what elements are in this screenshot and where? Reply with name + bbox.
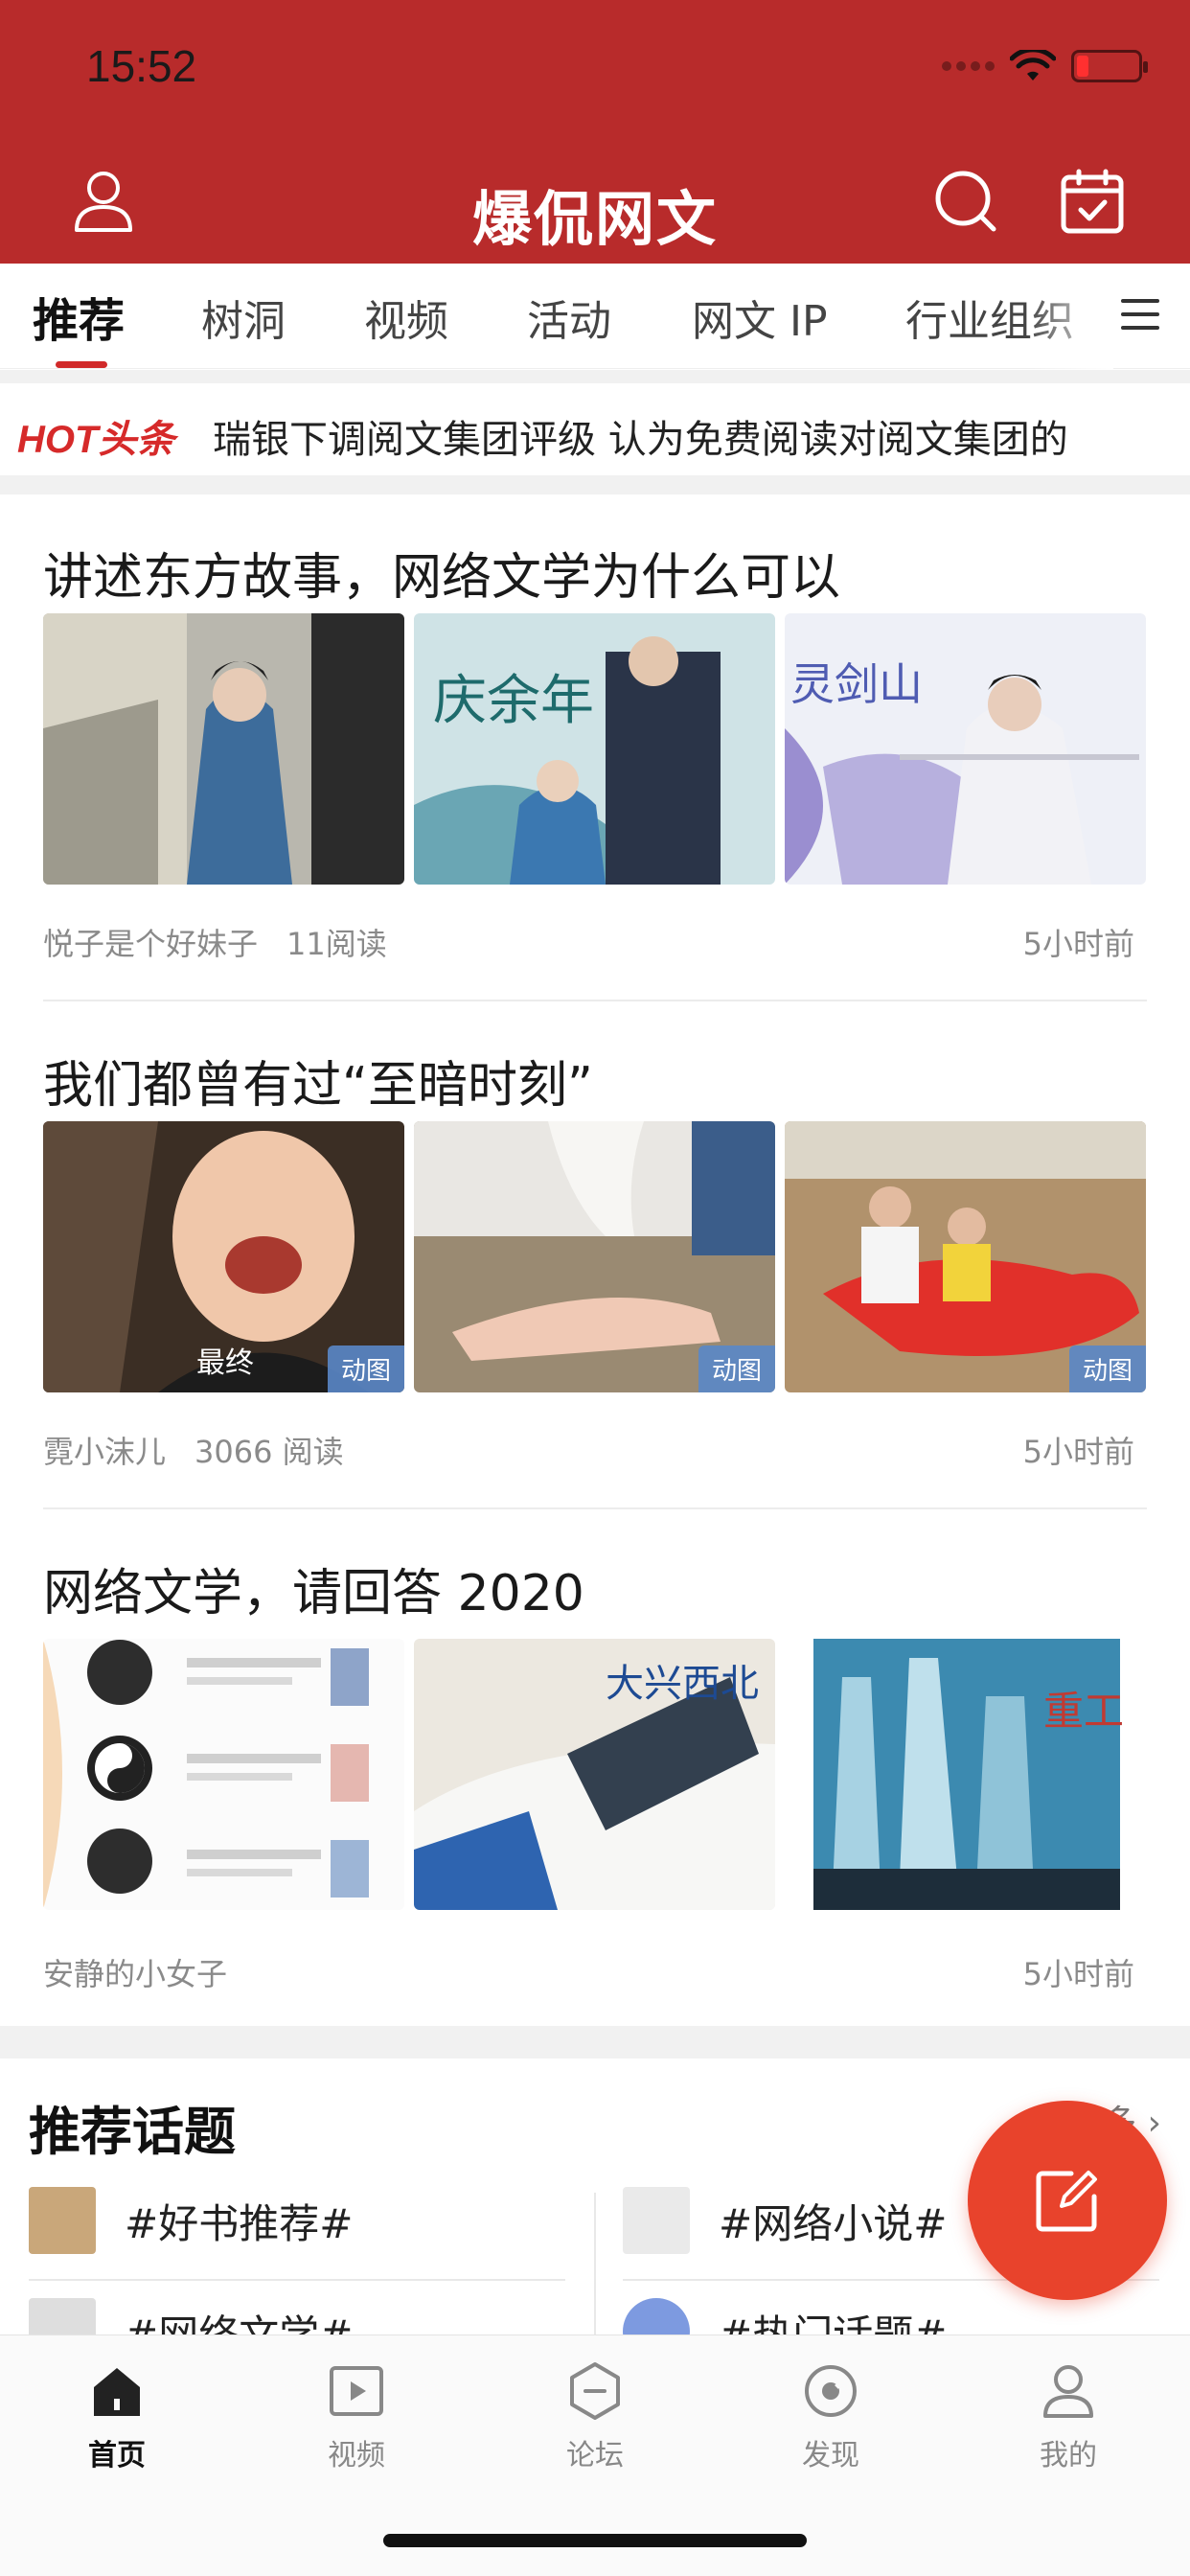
thumbnail-image[interactable] <box>43 1639 404 1910</box>
nav-label: 论坛 <box>566 2439 624 2472</box>
nav-home[interactable]: 首页 <box>45 2360 189 2473</box>
article-author[interactable]: 悦子是个好妹子 <box>43 926 258 962</box>
thumbnail-image[interactable]: 灵剑山 <box>785 613 1146 885</box>
hot-headline-bar[interactable]: HOT头条 瑞银下调阅文集团评级 认为免费阅读对阅文集团的 <box>0 383 1190 475</box>
nav-discover[interactable]: 发现 <box>759 2360 903 2473</box>
battery-icon <box>1071 50 1148 82</box>
thumbnail-overlay-text: 最终 <box>196 1346 254 1380</box>
edit-icon <box>1036 2171 1097 2232</box>
profile-icon <box>1043 2365 1093 2418</box>
home-icon <box>94 2368 140 2416</box>
gif-badge: 动图 <box>698 1346 775 1392</box>
thumbnail-image[interactable]: 重工 <box>785 1639 1146 1910</box>
topic-item[interactable]: #好书推荐# <box>29 2187 353 2254</box>
article-meta: 安静的小女子 <box>43 1950 227 1994</box>
article-meta: 悦子是个好妹子 11阅读 <box>43 920 387 964</box>
article-thumbnails: 最终 动图 动图 动图 <box>43 1121 1147 1392</box>
app-logo: 爆侃网文 <box>471 184 718 254</box>
article-title[interactable]: 我们都曾有过“至暗时刻” <box>43 1045 593 1116</box>
checkin-button[interactable] <box>1054 163 1131 240</box>
chevron-right-icon: › <box>1147 2104 1161 2143</box>
search-icon <box>935 171 996 232</box>
nav-label: 首页 <box>88 2439 146 2472</box>
cellular-signal-icon <box>942 61 995 71</box>
article-meta: 霓小沫儿 3066 阅读 <box>43 1428 344 1472</box>
thumbnail-image[interactable]: 庆余年 <box>414 613 775 885</box>
topic-label: #好书推荐# <box>125 2199 354 2247</box>
article-card[interactable]: 网络文学，请回答 2020 大兴西北 重工 安静的小女子 5小时前 <box>0 1552 1190 2032</box>
tab-web-novel-ip[interactable]: 网文 IP <box>692 287 828 348</box>
article-time: 5小时前 <box>1022 926 1134 962</box>
article-thumbnails: 大兴西北 重工 <box>43 1639 1147 1910</box>
divider <box>43 1507 1147 1509</box>
topic-label: #网络小说# <box>719 2199 948 2247</box>
thumbnail-overlay-text: 灵剑山 <box>790 658 923 710</box>
wifi-icon <box>1010 50 1056 80</box>
article-card[interactable]: 讲述东方故事，网络文学为什么可以 庆余年 灵剑山 悦子是个好妹子 11阅读 5小… <box>0 537 1190 1006</box>
divider <box>594 2193 596 2336</box>
article-title[interactable]: 讲述东方故事，网络文学为什么可以 <box>43 537 840 609</box>
nav-label: 我的 <box>1040 2439 1097 2472</box>
thumbnail-overlay-text: 大兴西北 <box>606 1662 759 1706</box>
divider <box>29 2279 565 2281</box>
tab-fade <box>1027 264 1113 369</box>
nav-label: 发现 <box>802 2439 859 2472</box>
hot-badge: HOT头条 <box>17 419 175 461</box>
thumbnail-image[interactable]: 最终 动图 <box>43 1121 404 1392</box>
article-time: 5小时前 <box>1022 1434 1134 1470</box>
article-author[interactable]: 霓小沫儿 <box>43 1434 166 1470</box>
thumbnail-image[interactable]: 动图 <box>785 1121 1146 1392</box>
nav-video[interactable]: 视频 <box>285 2360 428 2473</box>
topic-thumbnail <box>29 2187 96 2254</box>
nav-profile[interactable]: 我的 <box>996 2360 1140 2473</box>
video-icon <box>330 2366 383 2416</box>
forum-icon <box>570 2362 620 2420</box>
section-gap <box>0 370 1190 383</box>
thumbnail-overlay-text: 庆余年 <box>433 670 594 732</box>
thumbnail-image[interactable]: 动图 <box>414 1121 775 1392</box>
divider <box>43 1000 1147 1001</box>
article-title[interactable]: 网络文学，请回答 2020 <box>43 1552 584 1624</box>
nav-forum[interactable]: 论坛 <box>523 2360 667 2473</box>
calendar-check-icon <box>1061 169 1124 234</box>
thumbnail-overlay-text: 重工 <box>1043 1688 1124 1735</box>
thumbnail-image[interactable] <box>43 613 404 885</box>
tab-menu-button[interactable] <box>1121 290 1169 338</box>
home-indicator[interactable] <box>383 2534 807 2547</box>
hot-headline-text[interactable]: 瑞银下调阅文集团评级 认为免费阅读对阅文集团的 <box>213 408 1171 464</box>
tab-treehole[interactable]: 树洞 <box>201 287 286 348</box>
topic-thumbnail <box>623 2187 690 2254</box>
thumbnail-image[interactable]: 大兴西北 <box>414 1639 775 1910</box>
article-author[interactable]: 安静的小女子 <box>43 1956 227 1992</box>
status-icons <box>942 50 1148 82</box>
article-time: 5小时前 <box>1022 1956 1134 1992</box>
article-reads: 11阅读 <box>286 926 387 962</box>
topic-item[interactable]: #网络小说# <box>623 2187 947 2254</box>
tab-events[interactable]: 活动 <box>527 287 611 348</box>
article-card[interactable]: 我们都曾有过“至暗时刻” 最终 动图 动图 动图 霓小沫儿 3066 阅读 5小… <box>0 1045 1190 1514</box>
active-tab-indicator <box>56 361 107 368</box>
category-tabs: 推荐 树洞 视频 活动 网文 IP 行业组织 <box>0 264 1190 369</box>
nav-label: 视频 <box>328 2439 385 2472</box>
tab-recommend[interactable]: 推荐 <box>33 283 125 350</box>
section-gap <box>0 475 1190 494</box>
discover-icon <box>805 2365 857 2417</box>
header-bar: 爆侃网文 <box>0 153 1190 254</box>
tab-video[interactable]: 视频 <box>364 287 448 348</box>
gif-badge: 动图 <box>327 1346 404 1392</box>
gif-badge: 动图 <box>1068 1346 1146 1392</box>
section-gap <box>0 2026 1190 2058</box>
article-thumbnails: 庆余年 灵剑山 <box>43 613 1147 885</box>
search-button[interactable] <box>927 163 1004 240</box>
app-header: 15:52 爆侃网文 <box>0 0 1190 264</box>
status-time: 15:52 <box>86 41 197 91</box>
compose-button[interactable] <box>968 2101 1167 2300</box>
article-reads: 3066 阅读 <box>195 1434 344 1470</box>
topics-title: 推荐话题 <box>29 2102 236 2162</box>
